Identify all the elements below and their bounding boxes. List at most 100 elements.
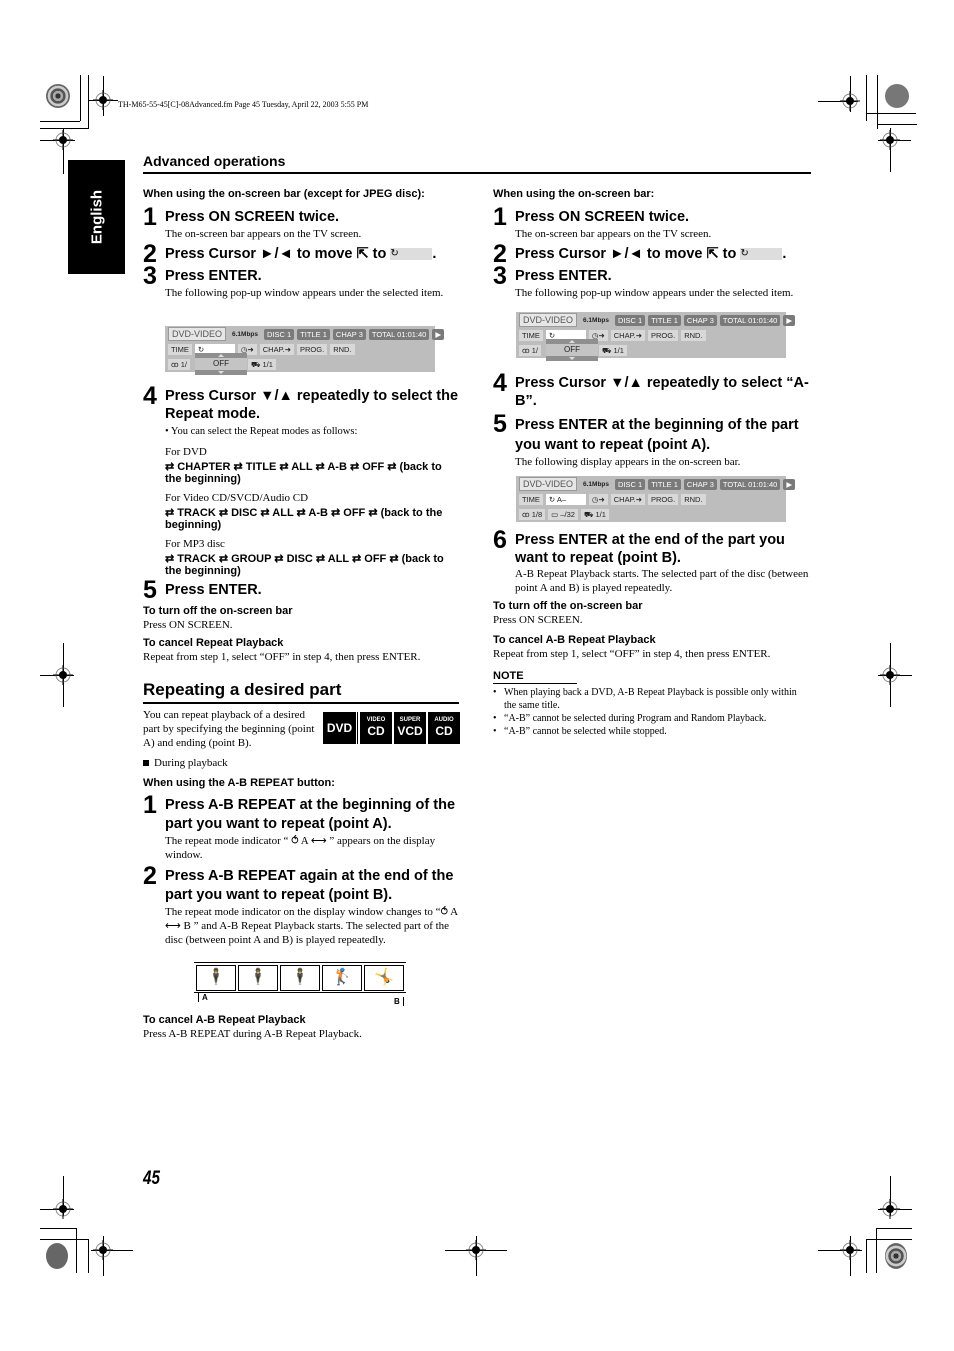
registration-disc-bottom-right: [885, 1243, 907, 1269]
page-number: 45: [143, 1168, 160, 1189]
osd-chap: CHAP 3: [683, 314, 717, 326]
osd-source: DVD-VIDEO: [519, 313, 578, 327]
osd-play-icon: ▶: [432, 328, 445, 340]
step-number: 4: [143, 382, 157, 410]
osd-prog: PROG.: [648, 493, 679, 505]
step-title: Press ENTER.: [515, 268, 612, 284]
step-suffix: .: [782, 246, 787, 262]
cancel-text: Repeat from step 1, select “OFF” in step…: [493, 648, 771, 660]
frame-image: 🕴: [196, 965, 236, 991]
step-title: Press A-B REPEAT at the beginning of the…: [165, 797, 456, 832]
registration-target-icon: [880, 665, 900, 685]
step-number: 2: [493, 240, 507, 268]
note-item: When playing back a DVD, A-B Repeat Play…: [493, 686, 811, 712]
step-title: Press Cursor ►/◄ to move ⇱ to: [515, 246, 737, 262]
crop-line: [88, 75, 89, 129]
step-title: Press ENTER at the beginning of the part…: [515, 417, 799, 453]
step-body: The following display appears in the on-…: [515, 456, 741, 468]
crop-line: [877, 75, 878, 129]
turn-off-label: To turn off the on-screen bar: [493, 600, 643, 612]
osd-chapter-jump: CHAP.➜: [259, 343, 295, 355]
crop-line: [866, 113, 916, 114]
ab-cancel-label: To cancel A-B Repeat Playback: [143, 1014, 306, 1026]
cancel-label: To cancel Repeat Playback: [143, 637, 284, 649]
down-arrow-icon: [218, 371, 224, 374]
step-number: 1: [143, 791, 157, 819]
step-body: The on-screen bar appears on the TV scre…: [515, 228, 712, 240]
step-3: 3 Press ENTER.: [493, 264, 811, 289]
step-number: 5: [143, 576, 157, 604]
badge-video-cd: VIDEO CD: [358, 712, 392, 744]
mode-label: For Video CD/SVCD/Audio CD: [165, 492, 309, 504]
osd-chapter-jump: CHAP.➜: [610, 493, 646, 505]
frame-top-line: [194, 962, 406, 963]
subhead-onscreen-bar: When using the on-screen bar:: [493, 188, 655, 200]
registration-disc-top-right: [885, 84, 909, 108]
registration-target-icon: [840, 1240, 860, 1260]
osd-time: TIME: [519, 493, 543, 505]
crop-line: [866, 75, 867, 121]
osd-time: TIME: [519, 329, 543, 341]
onscreen-bar-ab: DVD-VIDEO 6.1Mbps DISC 1 TITLE 1 CHAP 3 …: [516, 476, 796, 522]
registration-disc-bottom-left: [46, 1243, 68, 1269]
cancel-text: Repeat from step 1, select “OFF” in step…: [143, 651, 421, 663]
step-1: 1 Press ON SCREEN twice.: [143, 203, 461, 231]
osd-rnd: RND.: [330, 343, 355, 355]
osd-disc: DISC 1: [264, 328, 295, 340]
up-arrow-icon: [569, 340, 575, 343]
osd-source: DVD-VIDEO: [168, 327, 227, 341]
step-suffix: .: [432, 246, 437, 262]
onscreen-bar-popup: DVD-VIDEO 6.1Mbps DISC 1 TITLE 1 CHAP 3 …: [165, 326, 445, 375]
note-list: When playing back a DVD, A-B Repeat Play…: [493, 686, 811, 738]
step-body: The repeat mode indicator on the display…: [165, 906, 458, 946]
frame-bottom-line: [194, 992, 406, 993]
repeating-part-intro: You can repeat playback of a desired par…: [143, 709, 315, 749]
badge-audio-cd: AUDIO CD: [426, 712, 460, 744]
crop-line: [40, 1239, 88, 1240]
osd-disc: DISC 1: [615, 478, 646, 490]
badge-small-label: AUDIO: [434, 717, 454, 723]
crop-line: [876, 1228, 877, 1273]
frame-image: 🕴: [280, 965, 320, 991]
osd-play-icon: ▶: [783, 314, 796, 326]
badge-label: CD: [435, 724, 453, 738]
step-number: 5: [493, 410, 507, 438]
badge-dvd: DVD: [323, 712, 356, 744]
ab-segment-illustration: 🕴 🕴 🕴 🏌 🤸 A B: [194, 962, 406, 1006]
mode-sequence: ⇄ TRACK ⇄ DISC ⇄ ALL ⇄ A-B ⇄ OFF ⇄ (back…: [165, 507, 443, 531]
crop-line: [866, 1239, 867, 1273]
step-1: 1 Press ON SCREEN twice.: [493, 205, 811, 230]
frame-image: 🕴: [238, 965, 278, 991]
repeat-icon: ↻: [740, 248, 783, 261]
mode-sequence: ⇄ TRACK ⇄ GROUP ⇄ DISC ⇄ ALL ⇄ OFF ⇄ (ba…: [165, 553, 444, 577]
osd-disc: DISC 1: [615, 314, 646, 326]
turn-off-label: To turn off the on-screen bar: [143, 605, 293, 617]
turn-off-text: Press ON SCREEN.: [143, 619, 233, 631]
osd-angle: ⛟ 1/1: [598, 344, 627, 356]
square-bullet-icon: [143, 760, 149, 767]
osd-chapter-jump: CHAP.➜: [610, 329, 646, 341]
step-number: 1: [143, 203, 157, 231]
mode-label: For MP3 disc: [165, 538, 225, 550]
crop-line: [877, 124, 917, 125]
osd-bitrate: 6.1Mbps: [583, 316, 610, 324]
osd-audio: ꝏ 1/: [168, 358, 190, 370]
badge-small-label: SUPER: [399, 717, 421, 723]
osd-total: TOTAL 01:01:40: [719, 314, 781, 326]
step-2: 2 Press Cursor ►/◄ to move ⇱ to ↻.: [493, 240, 811, 268]
note-item: “A-B” cannot be selected during Program …: [493, 712, 811, 725]
step-number: 3: [143, 262, 157, 290]
registration-target-icon: [880, 130, 900, 150]
osd-angle: ⛟ 1/1: [247, 358, 276, 370]
step-body: The repeat mode indicator “ ⥀ A ⟷ ” appe…: [165, 835, 436, 861]
osd-rnd: RND.: [681, 329, 706, 341]
step-5: 5 Press ENTER.: [143, 576, 461, 604]
registration-target-icon: [880, 1199, 900, 1219]
osd-clock-icon: ◷➜: [588, 493, 608, 505]
subhead-onscreen-bar: When using the on-screen bar (except for…: [143, 188, 425, 200]
badge-label: VCD: [397, 724, 423, 738]
step-title: Press A-B REPEAT again at the end of the…: [165, 868, 454, 903]
crop-line: [88, 1239, 89, 1273]
language-tab-label: English: [88, 189, 105, 245]
step-title: Press ENTER at the end of the part you w…: [515, 532, 785, 566]
